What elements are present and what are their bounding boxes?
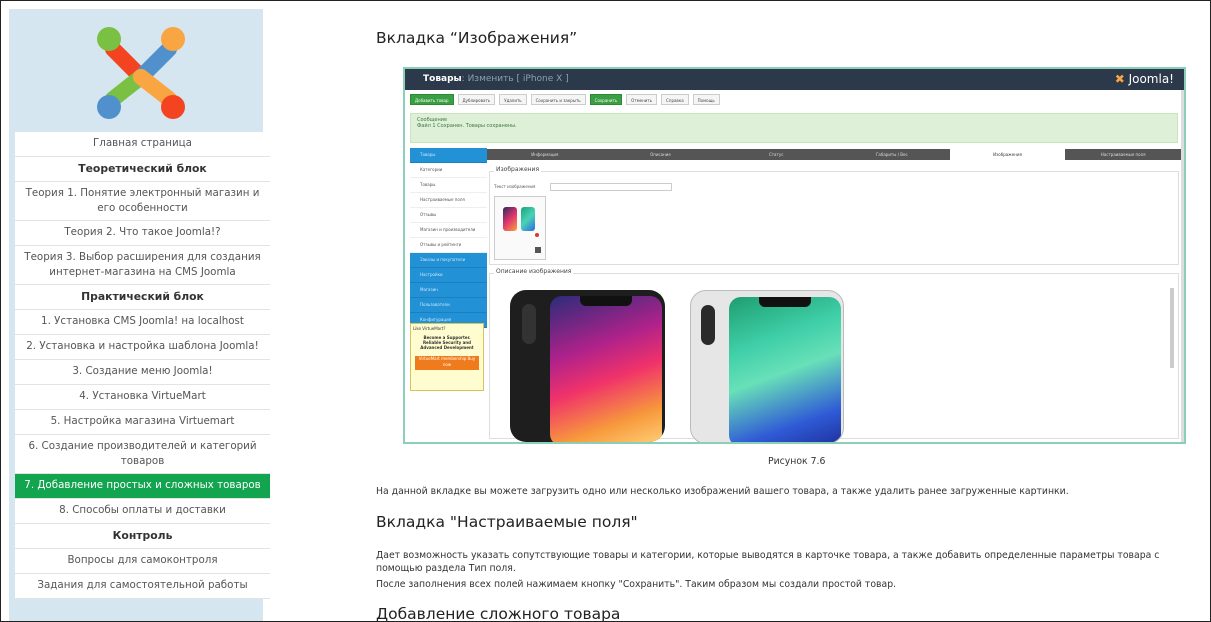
sidebar-item-theory1[interactable]: Теория 1. Понятие электронный магазин и … (15, 182, 270, 221)
sidebar-header-practice: Практический блок (15, 285, 270, 310)
thumb-edit-icon[interactable] (535, 247, 541, 253)
phone-silver-notch (759, 297, 811, 307)
heading-images-tab: Вкладка “Изображения” (376, 29, 578, 47)
paragraph-images: На данной вкладке вы можете загрузить од… (376, 486, 1069, 497)
joomla-brand: ✖ Joomla! (1115, 72, 1174, 86)
phone-image-dark (510, 290, 665, 442)
left-menu-item[interactable]: Отзывы и рейтинги (410, 238, 487, 253)
admin-title-rest: : Изменить [ iPhone X ] (461, 74, 569, 84)
paragraph-custom-fields: Дает возможность указать сопутствующие т… (376, 550, 1160, 574)
image-thumbnail[interactable] (494, 196, 546, 260)
ad-title: Like VirtueMart? (413, 326, 446, 331)
images-legend: Изображения (494, 166, 542, 173)
sidebar-nav: Главная страница Теоретический блок Теор… (15, 132, 270, 599)
admin-toolbar: Добавить товар Дублировать Удалить Сохра… (410, 94, 1180, 105)
sidebar-item-practice2[interactable]: 2. Установка и настройка шаблона Joomla! (15, 335, 270, 360)
ad-text: Become a Supporter. Reliable Security an… (420, 335, 474, 350)
upload-label: Текст изображения (494, 184, 536, 189)
embedded-screenshot: Товары: Изменить [ iPhone X ] ✖ Joomla! … (403, 67, 1186, 444)
page-frame: Главная страница Теоретический блок Теор… (0, 0, 1211, 622)
tab-images[interactable]: Изображения (949, 149, 1066, 160)
sidebar-item-practice1[interactable]: 1. Установка CMS Joomla! на localhost (15, 310, 270, 335)
heading-custom-fields: Вкладка "Настраиваемые поля" (376, 513, 638, 531)
sidebar-item-theory2[interactable]: Теория 2. Что такое Joomla!? (15, 221, 270, 246)
add-product-button[interactable]: Добавить товар (410, 94, 454, 105)
tab-description[interactable]: Описание (603, 149, 719, 160)
thumb-phone-right (521, 207, 535, 231)
sidebar-item-practice8[interactable]: 8. Способы оплаты и доставки (15, 499, 270, 524)
sidebar: Главная страница Теоретический блок Теор… (9, 9, 270, 621)
duplicate-button[interactable]: Дублировать (457, 94, 496, 105)
phone-dark-camera-icon (522, 304, 536, 344)
save-close-button[interactable]: Сохранить и закрыть (530, 94, 586, 105)
images-fieldset: Изображения Текст изображения (489, 166, 1179, 265)
main-content: Вкладка “Изображения” Товары: Изменить [… (376, 1, 1206, 621)
sidebar-item-practice6[interactable]: 6. Создание производителей и категорий т… (15, 435, 270, 474)
left-menu-item[interactable]: Отзывы (410, 208, 487, 223)
phone-silver-camera-icon (701, 305, 715, 345)
admin-title: Товары: Изменить [ iPhone X ] (423, 74, 569, 84)
joomla-mini-icon: ✖ (1114, 72, 1125, 86)
left-menu-item[interactable]: Категории (410, 163, 487, 178)
figure-caption: Рисунок 7.6 (768, 456, 826, 467)
left-menu-item[interactable]: Настраиваемые поля (410, 193, 487, 208)
left-menu-item[interactable]: Настройки (410, 268, 487, 283)
joomla-brand-text: Joomla! (1128, 72, 1174, 86)
sidebar-header-control: Контроль (15, 524, 270, 549)
left-menu-item[interactable]: Товары (410, 178, 487, 193)
ad-buy-button[interactable]: VirtueMart membership Buy now (415, 356, 479, 370)
image-description-fieldset: Описание изображения (489, 268, 1179, 442)
phone-dark-screen (550, 296, 662, 442)
admin-titlebar: Товары: Изменить [ iPhone X ] ✖ Joomla! (405, 69, 1184, 90)
sidebar-item-home[interactable]: Главная страница (15, 132, 270, 157)
sidebar-item-practice7[interactable]: 7. Добавление простых и сложных товаров (15, 474, 270, 499)
delete-button[interactable]: Удалить (499, 94, 527, 105)
left-menu-item[interactable]: Магазин (410, 283, 487, 298)
sidebar-item-questions[interactable]: Вопросы для самоконтроля (15, 549, 270, 574)
thumb-delete-icon[interactable] (535, 233, 539, 237)
heading-complex-product: Добавление сложного товара (376, 605, 621, 622)
tab-dimensions[interactable]: Габариты / Вес (834, 149, 950, 160)
left-menu-item[interactable]: Пользователи (410, 298, 487, 313)
message-text: Файл 1 Сохранен. Товары сохранены. (417, 123, 517, 129)
page-scrollbar[interactable] (1181, 90, 1184, 442)
left-menu-item[interactable]: Магазин и производители (410, 223, 487, 238)
left-menu-item[interactable]: Товары (410, 148, 487, 163)
image-description-legend: Описание изображения (494, 268, 574, 275)
tab-status[interactable]: Статус (718, 149, 834, 160)
sidebar-item-practice4[interactable]: 4. Установка VirtueMart (15, 385, 270, 410)
phone-image-silver (690, 290, 844, 442)
upload-input[interactable] (550, 183, 672, 191)
support-button[interactable]: Помощь (692, 94, 720, 105)
help-button[interactable]: Справка (661, 94, 689, 105)
tab-custom-fields[interactable]: Настраиваемые поля (1065, 149, 1181, 160)
sidebar-item-theory3[interactable]: Теория 3. Выбор расширения для создания … (15, 246, 270, 285)
tab-information[interactable]: Информация (487, 149, 603, 160)
sidebar-item-practice5[interactable]: 5. Настройка магазина Virtuemart (15, 410, 270, 435)
product-tabs: Информация Описание Статус Габариты / Ве… (487, 149, 1181, 160)
sidebar-item-tasks[interactable]: Задания для самостоятельной работы (15, 574, 270, 599)
sidebar-header-theory: Теоретический блок (15, 157, 270, 182)
save-button[interactable]: Сохранить (589, 94, 623, 105)
cancel-button[interactable]: Отменить (626, 94, 658, 105)
thumb-phone-left (503, 207, 517, 231)
message-box: Сообщение Файл 1 Сохранен. Товары сохран… (410, 113, 1178, 143)
description-scrollbar[interactable] (1170, 288, 1174, 368)
virtuemart-ad: Like VirtueMart? Become a Supporter. Rel… (410, 323, 484, 391)
joomla-logo-icon (97, 27, 185, 119)
phone-dark-notch (580, 296, 632, 306)
paragraph-save: После заполнения всех полей нажимаем кно… (376, 579, 897, 590)
left-menu-item[interactable]: Заказы и покупатели (410, 253, 487, 268)
admin-title-main: Товары (423, 74, 462, 84)
phone-silver-screen (729, 297, 841, 442)
sidebar-item-practice3[interactable]: 3. Создание меню Joomla! (15, 360, 270, 385)
